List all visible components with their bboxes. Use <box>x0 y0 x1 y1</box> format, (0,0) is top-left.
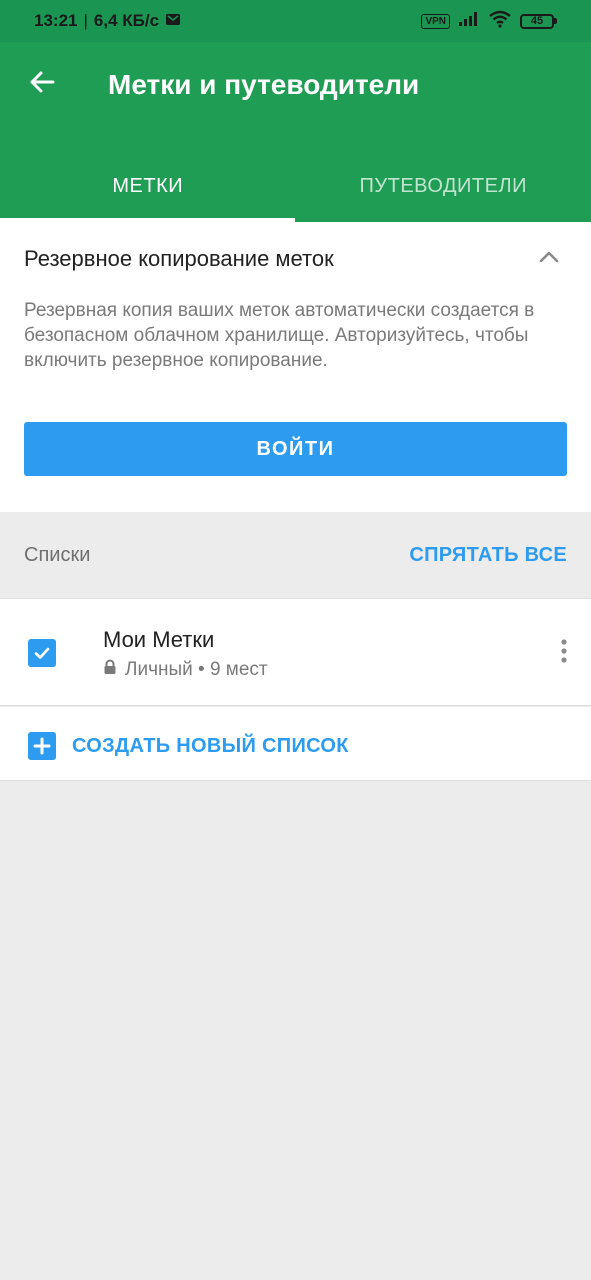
list-meta-text: Личный • 9 мест <box>125 659 268 680</box>
lock-icon <box>103 659 117 681</box>
hide-all-button[interactable]: СПРЯТАТЬ ВСЕ <box>409 544 567 567</box>
tab-guides[interactable]: ПУТЕВОДИТЕЛИ <box>296 150 591 222</box>
status-bar: 13:21 | 6,4 КБ/с VPN 45 <box>0 0 591 42</box>
lists-label: Списки <box>24 543 91 566</box>
battery-level: 45 <box>520 13 554 29</box>
status-time: 13:21 <box>34 11 78 30</box>
status-speed: 6,4 КБ/с <box>93 11 160 30</box>
list-name: Мои Метки <box>103 627 215 652</box>
mail-icon <box>165 11 181 31</box>
collapse-button[interactable] <box>536 246 562 272</box>
list-item[interactable]: Мои Метки Личный • 9 мест <box>0 598 591 706</box>
chevron-up-icon <box>538 250 560 269</box>
vpn-badge: VPN <box>421 13 450 29</box>
status-bar-left: 13:21 | 6,4 КБ/с <box>34 11 181 31</box>
back-arrow-icon <box>28 68 56 101</box>
checkbox-checked-icon[interactable] <box>28 639 56 667</box>
backup-title: Резервное копирование меток <box>24 246 334 271</box>
battery-icon: 45 <box>520 13 557 29</box>
page-title: Метки и путеводители <box>108 69 420 100</box>
signal-icon <box>458 11 480 32</box>
backup-card: Резервное копирование меток Резервная ко… <box>0 222 591 512</box>
back-button[interactable] <box>22 64 62 104</box>
plus-icon <box>28 732 56 760</box>
more-options-button[interactable] <box>550 637 578 669</box>
status-separator: | <box>83 11 88 30</box>
app-bar: Метки и путеводители МЕТКИ ПУТЕВОДИТЕЛИ <box>0 42 591 222</box>
lists-header: Списки СПРЯТАТЬ ВСЕ <box>0 512 591 598</box>
tab-bookmarks[interactable]: МЕТКИ <box>0 150 296 222</box>
tab-bar: МЕТКИ ПУТЕВОДИТЕЛИ <box>0 150 591 222</box>
more-vertical-icon <box>560 638 568 669</box>
status-bar-right: VPN 45 <box>421 10 557 33</box>
create-list-button[interactable]: СОЗДАТЬ НОВЫЙ СПИСОК <box>0 707 591 781</box>
list-meta: Личный • 9 мест <box>103 659 268 681</box>
backup-description: Резервная копия ваших меток автоматическ… <box>24 300 535 371</box>
create-list-label: СОЗДАТЬ НОВЫЙ СПИСОК <box>72 735 349 757</box>
wifi-icon <box>488 10 512 33</box>
login-button[interactable]: ВОЙТИ <box>24 422 567 476</box>
